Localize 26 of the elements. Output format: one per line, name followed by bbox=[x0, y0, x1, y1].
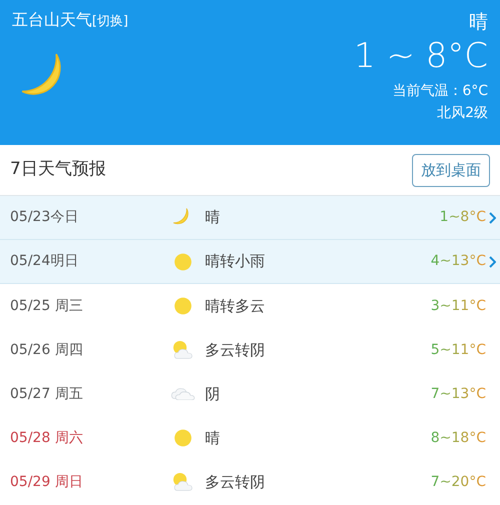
current-temperature: 当前气温：6°C bbox=[392, 82, 488, 101]
condition-text: 阴 bbox=[205, 384, 221, 405]
date-text: 05/25 周三 bbox=[10, 296, 84, 316]
date-text: 05/23今日 bbox=[10, 208, 80, 227]
condition-text: 晴 bbox=[205, 428, 221, 449]
date-text: 05/26 周四 bbox=[10, 340, 84, 360]
forecast-row[interactable]: 05/24明日 晴转小雨 4~13°C bbox=[0, 240, 500, 284]
forecast-row[interactable]: 05/23今日 晴 1~8°C bbox=[0, 196, 500, 240]
chevron-icon bbox=[488, 212, 496, 224]
forecast-title: 7日天气预报 bbox=[10, 158, 106, 182]
temperature-range: 1 ~ 8°C bbox=[354, 36, 488, 76]
wind-text: 北风2级 bbox=[437, 104, 488, 123]
condition-text: 晴转多云 bbox=[205, 296, 266, 317]
date-text: 05/24明日 bbox=[10, 252, 80, 271]
city-name: 五台山天气 bbox=[12, 9, 92, 31]
cloud-icon bbox=[170, 388, 194, 400]
condition-text: 晴转小雨 bbox=[205, 251, 266, 272]
condition-text: 晴 bbox=[469, 10, 488, 35]
chevron-icon bbox=[488, 256, 496, 268]
condition-text: 多云转阴 bbox=[205, 340, 266, 361]
add-to-desktop-button[interactable]: 放到桌面 bbox=[412, 154, 490, 186]
condition-text: 晴 bbox=[205, 207, 221, 228]
condition-text: 多云转阴 bbox=[205, 472, 266, 493]
date-text: 05/28 周六 bbox=[10, 428, 84, 448]
date-text: 05/29 周日 bbox=[10, 472, 84, 492]
date-text: 05/27 周五 bbox=[10, 384, 84, 404]
